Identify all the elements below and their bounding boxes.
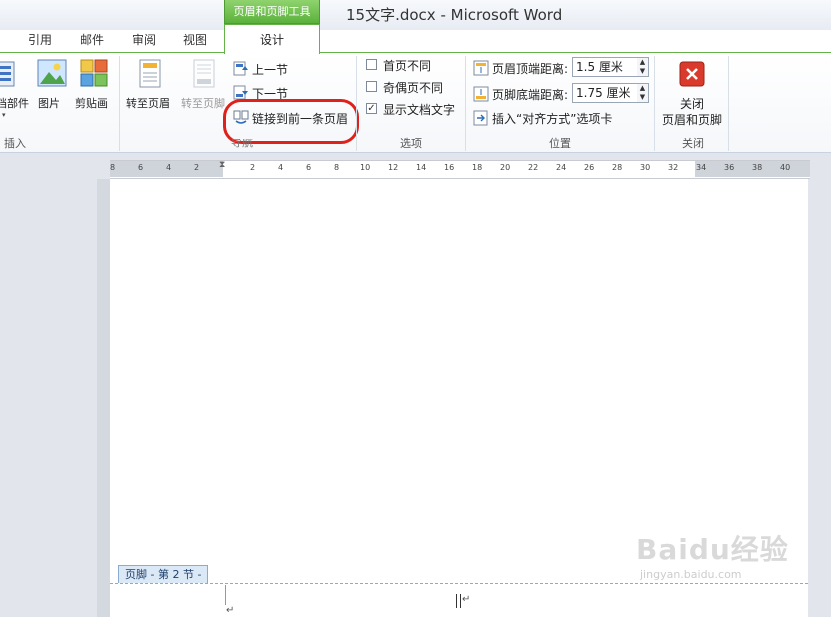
group-separator xyxy=(654,56,655,151)
ruler-tick: 26 xyxy=(584,163,595,172)
text-cursor-icon xyxy=(456,594,461,608)
watermark-url: jingyan.baidu.com xyxy=(640,568,742,581)
ruler-tick: 14 xyxy=(416,163,427,172)
footer-bottom-distance-input[interactable]: 1.75 厘米 xyxy=(572,83,638,103)
header-position-icon xyxy=(473,60,489,76)
show-document-text-label: 显示文档文字 xyxy=(383,103,456,117)
different-odd-even-checkbox[interactable] xyxy=(366,81,377,92)
previous-section-button[interactable]: 上一节 xyxy=(252,61,288,78)
tab-design[interactable]: 设计 xyxy=(224,24,320,54)
footer-section-tag: 页脚 - 第 2 节 - xyxy=(118,565,209,583)
group-separator xyxy=(356,56,357,151)
group-separator xyxy=(465,56,466,151)
picture-button[interactable]: 图片 xyxy=(38,95,60,111)
quick-parts-icon xyxy=(0,60,16,90)
picture-icon xyxy=(37,58,67,90)
ruler-tick: 32 xyxy=(668,163,679,172)
go-to-header-button[interactable]: 转至页眉 xyxy=(126,95,170,111)
ruler-tick: 8 xyxy=(110,163,116,172)
group-label-position: 位置 xyxy=(549,137,571,150)
ruler-tick: 10 xyxy=(360,163,371,172)
footer-boundary-line xyxy=(110,583,808,584)
header-top-spinner[interactable]: ▲ ▼ xyxy=(637,57,649,77)
ruler-tick: 20 xyxy=(500,163,511,172)
close-header-footer-button[interactable]: 页眉和页脚 xyxy=(662,111,722,128)
ruler-tick: 12 xyxy=(388,163,399,172)
group-label-insert: 插入 xyxy=(4,137,26,150)
clip-art-icon xyxy=(79,58,109,90)
insert-alignment-tab-button[interactable]: 插入“对齐方式”选项卡 xyxy=(492,110,612,127)
ruler-tick: 40 xyxy=(780,163,791,172)
dropdown-arrow-icon: ▾ xyxy=(2,111,6,119)
ruler-tick: 2 xyxy=(194,163,200,172)
ruler-tick: 4 xyxy=(166,163,172,172)
ruler-tick: 24 xyxy=(556,163,567,172)
paragraph-mark-icon: ↵ xyxy=(462,594,471,605)
ruler-tick: 6 xyxy=(306,163,312,172)
tab-mailings[interactable]: 邮件 xyxy=(78,30,106,52)
ruler-tick: 6 xyxy=(138,163,144,172)
footer-bottom-distance-label: 页脚底端距离: xyxy=(492,88,569,102)
ruler-tick: 18 xyxy=(472,163,483,172)
close-icon xyxy=(679,61,705,87)
group-separator xyxy=(119,56,120,151)
ruler-tick: 4 xyxy=(278,163,284,172)
red-highlight-annotation xyxy=(223,99,359,144)
ruler-tick: 28 xyxy=(612,163,623,172)
ruler-tick: 16 xyxy=(444,163,455,172)
different-first-page-label: 首页不同 xyxy=(383,59,432,73)
ruler-tick: 30 xyxy=(640,163,651,172)
quick-parts-button[interactable]: 档部件 xyxy=(0,95,29,111)
margin-corner-mark xyxy=(225,585,226,605)
ruler-tick: 22 xyxy=(528,163,539,172)
ruler-tick: 38 xyxy=(752,163,763,172)
show-document-text-checkbox[interactable]: ✓ xyxy=(366,103,377,114)
ruler-tick: 34 xyxy=(696,163,707,172)
footer-bottom-spinner[interactable]: ▲ ▼ xyxy=(637,83,649,103)
footer-position-icon xyxy=(473,86,489,102)
tab-references[interactable]: 引用 xyxy=(26,30,54,52)
different-first-page-checkbox[interactable] xyxy=(366,59,377,70)
clip-art-button[interactable]: 剪贴画 xyxy=(75,95,108,111)
group-label-options: 选项 xyxy=(400,137,422,150)
tab-view[interactable]: 视图 xyxy=(181,30,209,52)
header-top-distance-label: 页眉顶端距离: xyxy=(492,62,569,76)
tab-review[interactable]: 审阅 xyxy=(130,30,158,52)
indent-marker-icon[interactable]: ⧗ xyxy=(219,160,225,170)
different-odd-even-label: 奇偶页不同 xyxy=(383,81,444,95)
ruler-tick: 2 xyxy=(250,163,256,172)
paragraph-mark-icon: ↵ xyxy=(226,605,235,616)
go-to-footer-icon xyxy=(191,58,217,90)
horizontal-ruler[interactable]: 8 6 4 2 2 4 6 8 10 12 14 16 18 20 22 24 … xyxy=(110,160,810,179)
go-to-header-icon xyxy=(137,58,163,90)
ruler-tick: 8 xyxy=(334,163,340,172)
ruler-tick: 36 xyxy=(724,163,735,172)
contextual-tab-group-label: 页眉和页脚工具 xyxy=(224,0,320,24)
insert-alignment-tab-icon xyxy=(473,110,489,126)
window-title: 15文字.docx - Microsoft Word xyxy=(346,6,563,24)
left-gutter xyxy=(97,179,110,617)
watermark: Baidu经验 jingyan.baidu.com xyxy=(636,528,789,581)
group-label-close: 关闭 xyxy=(682,137,704,150)
go-to-footer-button[interactable]: 转至页脚 xyxy=(179,95,227,111)
header-top-distance-input[interactable]: 1.5 厘米 xyxy=(572,57,638,77)
group-separator xyxy=(728,56,729,151)
close-header-footer-line1[interactable]: 关闭 xyxy=(680,95,704,112)
watermark-brand: Baidu经验 xyxy=(636,533,789,566)
previous-section-icon xyxy=(233,61,249,77)
